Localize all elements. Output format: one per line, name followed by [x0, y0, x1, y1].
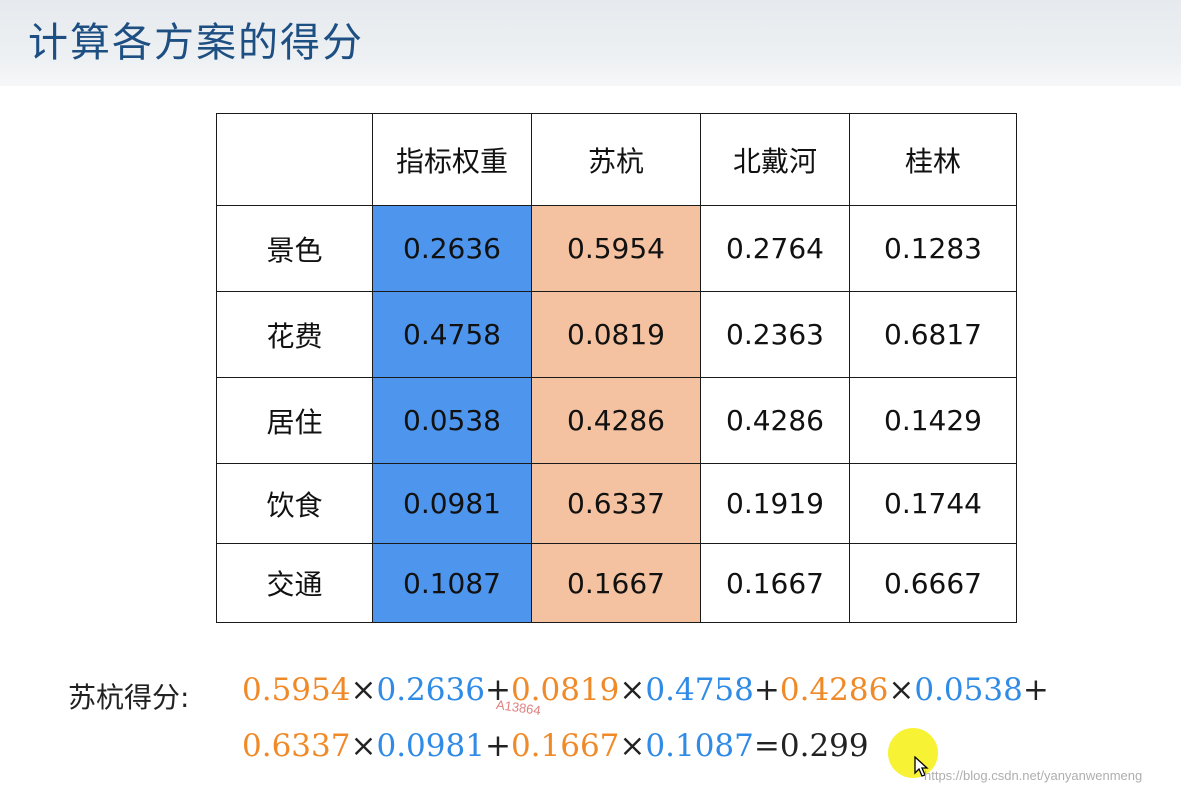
row-label: 花费 [216, 291, 373, 378]
suhang-cell: 0.4286 [531, 377, 701, 464]
weight-cell: 0.2636 [372, 205, 532, 292]
beidaihe-cell: 0.2764 [700, 205, 850, 292]
formula-label: 苏杭得分: [68, 681, 190, 714]
equals-sign: = [753, 728, 780, 764]
beidaihe-cell: 0.1919 [700, 463, 850, 544]
weight-cell: 0.4758 [372, 291, 532, 378]
formula-result: 0.299 [779, 728, 869, 764]
plus-sign: + [753, 672, 780, 708]
column-header-suhang: 苏杭 [531, 113, 701, 206]
formula-term: 0.0538 [914, 672, 1023, 708]
formula-term: 0.1087 [645, 728, 754, 764]
suhang-cell: 0.5954 [531, 205, 701, 292]
beidaihe-cell: 0.2363 [700, 291, 850, 378]
table-row: 饮食 0.0981 0.6337 0.1919 0.1744 [216, 463, 1017, 544]
suhang-cell: 0.0819 [531, 291, 701, 378]
table-row: 居住 0.0538 0.4286 0.4286 0.1429 [216, 377, 1017, 464]
formula-term: 0.2636 [376, 672, 485, 708]
column-header-beidaihe: 北戴河 [700, 113, 850, 206]
guilin-cell: 0.1283 [849, 205, 1017, 292]
title-bar: 计算各方案的得分 [0, 0, 1181, 86]
guilin-cell: 0.1429 [849, 377, 1017, 464]
suhang-cell: 0.6337 [531, 463, 701, 544]
formula-line-1: 0.5954×0.2636+0.0819×0.4758+0.4286×0.053… [242, 672, 1049, 708]
guilin-cell: 0.1744 [849, 463, 1017, 544]
row-label: 居住 [216, 377, 373, 464]
column-header-weight: 指标权重 [372, 113, 532, 206]
times-sign: × [619, 728, 646, 764]
weight-cell: 0.0981 [372, 463, 532, 544]
formula-term: 0.6337 [242, 728, 351, 764]
guilin-cell: 0.6667 [849, 543, 1017, 623]
watermark-url: https://blog.csdn.net/yanyanwenmeng [924, 768, 1143, 783]
formula-term: 0.4286 [779, 672, 889, 708]
beidaihe-cell: 0.4286 [700, 377, 850, 464]
suhang-cell: 0.1667 [531, 543, 701, 623]
plus-sign: + [484, 728, 511, 764]
table-header-row: 指标权重 苏杭 北戴河 桂林 [216, 113, 1017, 206]
formula-term: 0.4758 [645, 672, 754, 708]
times-sign: × [350, 728, 377, 764]
formula-term: 0.0981 [376, 728, 485, 764]
row-label: 交通 [216, 543, 373, 623]
score-table: 指标权重 苏杭 北戴河 桂林 景色 0.2636 0.5954 0.2764 0… [216, 113, 1017, 623]
row-label: 饮食 [216, 463, 373, 544]
formula-term: 0.5954 [242, 672, 351, 708]
table-row: 景色 0.2636 0.5954 0.2764 0.1283 [216, 205, 1017, 292]
formula-term: 0.1667 [510, 728, 620, 764]
times-sign: × [619, 672, 646, 708]
formula-line-2: 0.6337×0.0981+0.1667×0.1087=0.299 [242, 728, 869, 764]
corner-header-cell [216, 113, 373, 206]
page-title: 计算各方案的得分 [28, 20, 364, 66]
table-row: 花费 0.4758 0.0819 0.2363 0.6817 [216, 291, 1017, 378]
weight-cell: 0.1087 [372, 543, 532, 623]
weight-cell: 0.0538 [372, 377, 532, 464]
beidaihe-cell: 0.1667 [700, 543, 850, 623]
table-row: 交通 0.1087 0.1667 0.1667 0.6667 [216, 543, 1017, 623]
row-label: 景色 [216, 205, 373, 292]
plus-sign: + [1022, 672, 1049, 708]
guilin-cell: 0.6817 [849, 291, 1017, 378]
column-header-guilin: 桂林 [849, 113, 1017, 206]
times-sign: × [888, 672, 915, 708]
times-sign: × [350, 672, 377, 708]
